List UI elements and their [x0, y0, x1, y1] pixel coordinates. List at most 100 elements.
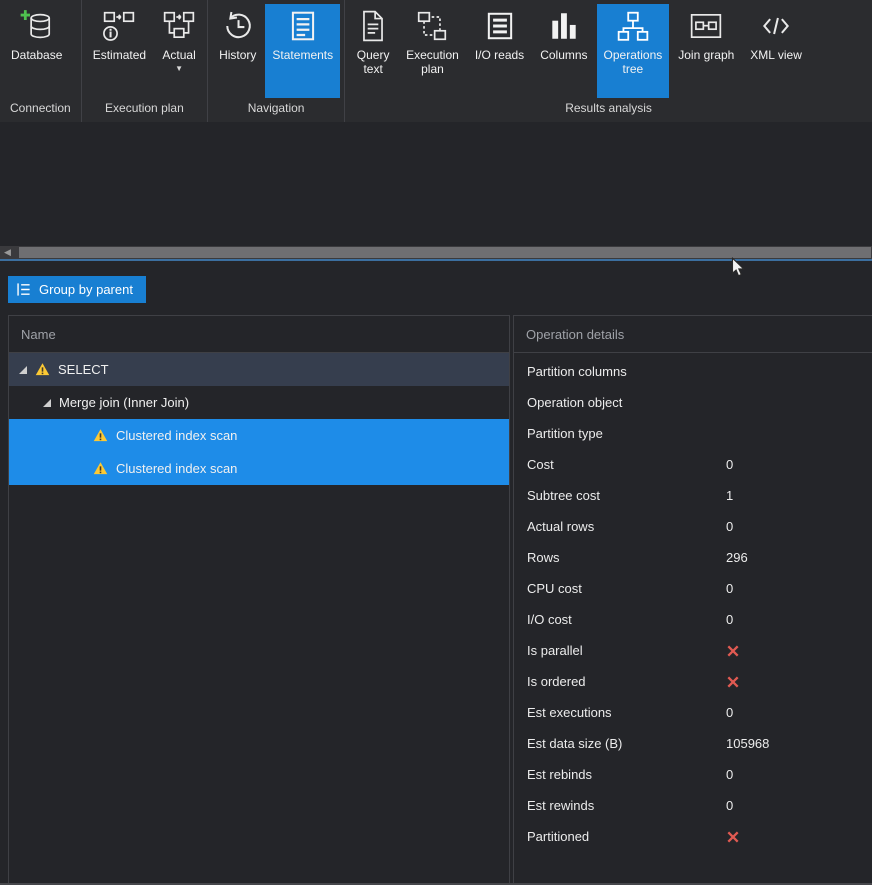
results-toolbar: Group by parent [8, 276, 146, 303]
ribbon-group-label: Connection [0, 98, 81, 122]
detail-label: Est rewinds [527, 798, 726, 813]
detail-value: 0 [726, 581, 733, 596]
tree-row-label: Clustered index scan [116, 428, 237, 443]
detail-label: Actual rows [527, 519, 726, 534]
tree-row-label: SELECT [58, 362, 109, 377]
ribbon-button-query-text[interactable]: Query text [349, 4, 397, 98]
detail-row: Partition type [514, 418, 872, 449]
tree-row-label: Clustered index scan [116, 461, 237, 476]
detail-value: 105968 [726, 736, 769, 751]
warning-icon [93, 428, 108, 443]
detail-label: Is ordered [527, 674, 726, 689]
ribbon-button-label: Join graph [678, 48, 734, 62]
detail-row: Is ordered [514, 666, 872, 697]
ribbon-button-actual[interactable]: Actual▼ [155, 4, 203, 98]
ribbon-group-connection: Database Connection [0, 0, 82, 122]
detail-row: CPU cost0 [514, 573, 872, 604]
detail-label: Partitioned [527, 829, 726, 844]
detail-label: I/O cost [527, 612, 726, 627]
group-by-parent-button[interactable]: Group by parent [8, 276, 146, 303]
ribbon-button-label: Estimated [93, 48, 146, 62]
actual-plan-icon [162, 9, 196, 43]
operations-tree-icon [616, 9, 650, 43]
detail-label: Partition type [527, 426, 726, 441]
tree-rows: SELECT Merge join (Inner Join) Clustered i… [9, 353, 509, 485]
detail-label: Is parallel [527, 643, 726, 658]
ribbon-group-buttons: History Statements [208, 0, 344, 98]
tree-row[interactable]: Clustered index scan [9, 419, 509, 452]
ribbon-group-label: Navigation [208, 98, 344, 122]
ribbon-button-database[interactable]: Database [4, 4, 69, 98]
scrollbar-thumb[interactable] [19, 247, 871, 258]
detail-value: 0 [726, 612, 733, 627]
tree-panel-header: Name [9, 316, 509, 353]
ribbon-group-buttons: Query text Execution plan I/O reads Columns… [345, 0, 872, 98]
tree-row[interactable]: SELECT [9, 353, 509, 386]
detail-value: 0 [726, 705, 733, 720]
detail-label: Rows [527, 550, 726, 565]
detail-label: Subtree cost [527, 488, 726, 503]
app-window: { "ribbon": { "groups": [ { "label": "Co… [0, 0, 872, 885]
detail-label: Cost [527, 457, 726, 472]
detail-row: Est executions0 [514, 697, 872, 728]
ribbon-button-execution-plan[interactable]: Execution plan [399, 4, 466, 98]
detail-row: I/O cost0 [514, 604, 872, 635]
scrollbar-left-arrow-icon[interactable]: ◀ [0, 246, 15, 259]
ribbon-button-label: Operations tree [604, 48, 663, 77]
detail-label: Est executions [527, 705, 726, 720]
detail-row: Subtree cost1 [514, 480, 872, 511]
ribbon-button-label: Database [11, 48, 62, 62]
ribbon-button-label: I/O reads [475, 48, 524, 62]
detail-value: 0 [726, 457, 733, 472]
ribbon-button-history[interactable]: History [212, 4, 263, 98]
query-text-icon [356, 9, 390, 43]
scrollbar-track[interactable] [15, 246, 872, 259]
ribbon-group-execution-plan: Estimated Actual▼Execution plan [82, 0, 208, 122]
detail-value: 0 [726, 767, 733, 782]
cross-icon [726, 675, 740, 689]
detail-row: Operation object [514, 387, 872, 418]
group-by-parent-label: Group by parent [39, 282, 133, 297]
tree-row[interactable]: Clustered index scan [9, 452, 509, 485]
detail-row: Est rebinds0 [514, 759, 872, 790]
ribbon-button-label: History [219, 48, 256, 62]
detail-row: Actual rows0 [514, 511, 872, 542]
ribbon-group-navigation: History StatementsNavigation [208, 0, 345, 122]
cross-icon [726, 644, 740, 658]
ribbon-button-columns[interactable]: Columns [533, 4, 594, 98]
execution-plan-icon [415, 9, 449, 43]
operations-tree-panel: Name SELECT Merge join (Inner Join) Cluste… [8, 315, 510, 884]
ribbon-group-buttons: Database [0, 0, 81, 98]
detail-row: Rows296 [514, 542, 872, 573]
expander-icon[interactable] [43, 399, 51, 407]
database-add-icon [20, 9, 54, 43]
operation-details-panel: Operation details Partition columns Opera… [513, 315, 872, 884]
ribbon-button-join-graph[interactable]: Join graph [671, 4, 741, 98]
ribbon-group-label: Execution plan [82, 98, 207, 122]
columns-icon [547, 9, 581, 43]
ribbon-button-xml-view[interactable]: XML view [743, 4, 809, 98]
dropdown-caret-icon[interactable]: ▼ [175, 65, 183, 73]
warning-icon [35, 362, 50, 377]
detail-row: Partitioned [514, 821, 872, 852]
detail-value: 1 [726, 488, 733, 503]
ribbon-button-label: Query text [357, 48, 390, 77]
tree-row[interactable]: Merge join (Inner Join) [9, 386, 509, 419]
ribbon-button-statements[interactable]: Statements [265, 4, 340, 98]
history-icon [221, 9, 255, 43]
detail-label: Operation object [527, 395, 726, 410]
horizontal-scrollbar[interactable]: ◀ [0, 246, 872, 259]
detail-value: 0 [726, 798, 733, 813]
ribbon-button-operations-tree[interactable]: Operations tree [597, 4, 670, 98]
ribbon-button-estimated[interactable]: Estimated [86, 4, 153, 98]
tree-row-label: Merge join (Inner Join) [59, 395, 189, 410]
detail-label: Partition columns [527, 364, 726, 379]
expander-icon[interactable] [19, 366, 27, 374]
ribbon-group-buttons: Estimated Actual▼ [82, 0, 207, 98]
ribbon-button-io-reads[interactable]: I/O reads [468, 4, 531, 98]
detail-rows: Partition columns Operation object Partiti… [514, 353, 872, 852]
join-graph-icon [689, 9, 723, 43]
details-panel-header: Operation details [514, 316, 872, 353]
detail-value: 296 [726, 550, 748, 565]
io-reads-icon [483, 9, 517, 43]
